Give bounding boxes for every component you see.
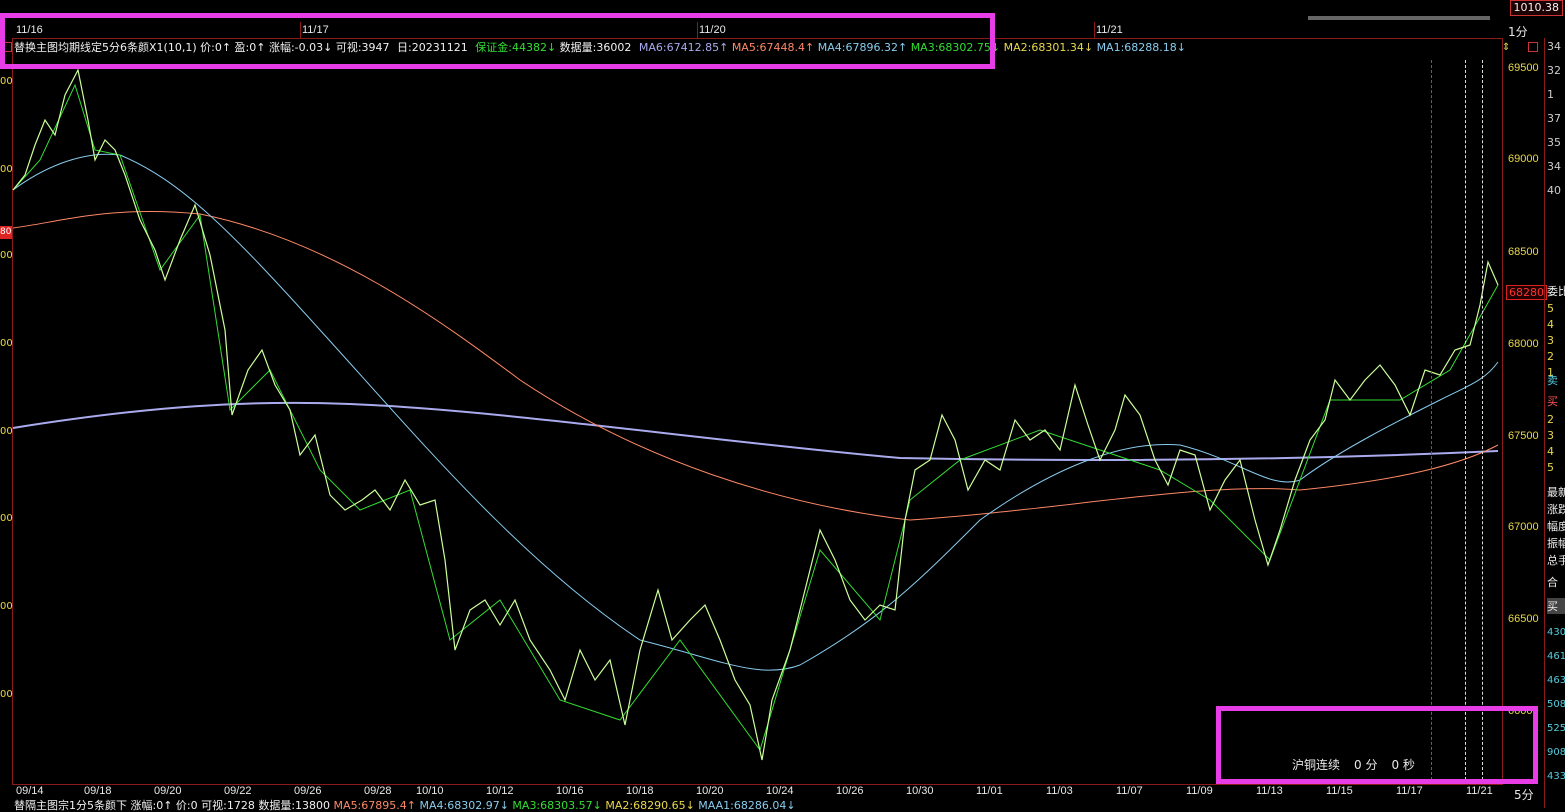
quote-panel-value: 3 xyxy=(1547,429,1554,442)
quote-panel-value: 433 xyxy=(1547,771,1565,782)
quote-panel-value: 2 xyxy=(1547,413,1554,426)
quote-panel-value: 908 xyxy=(1547,747,1565,758)
sub-indicator-title: 替隔主图宗1分5条颜下 xyxy=(14,799,127,812)
x-axis-label: 10/18 xyxy=(626,785,654,797)
ma6-line xyxy=(12,401,1499,461)
x-axis-label: 09/26 xyxy=(294,785,322,797)
x-axis-label: 11/17 xyxy=(1396,785,1423,797)
quote-panel-value: 5 xyxy=(1547,302,1554,315)
x-axis-label: 11/09 xyxy=(1186,785,1213,797)
left-axis-label: 00 xyxy=(0,250,13,261)
sub-info-ma3: MA3:68303.57↓ xyxy=(512,799,602,812)
x-axis-label: 09/14 xyxy=(16,785,44,797)
left-axis-label: 00 xyxy=(0,426,13,437)
quote-panel-tab[interactable]: 合 xyxy=(1547,574,1565,590)
highlight-box-session xyxy=(1216,706,1538,784)
quote-panel-value: 4 xyxy=(1547,318,1554,331)
timeframe-label-bottom[interactable]: 5分 xyxy=(1514,786,1534,803)
y-axis-label: 67500 xyxy=(1508,430,1539,442)
quote-panel-tab[interactable]: 买 xyxy=(1547,598,1565,614)
ma3-line xyxy=(12,83,1499,752)
x-axis-label: 11/07 xyxy=(1116,785,1143,797)
x-axis-label: 10/24 xyxy=(766,785,794,797)
x-axis-label: 11/13 xyxy=(1256,785,1283,797)
y-axis-label: 68500 xyxy=(1508,246,1539,258)
quote-panel-value: 32 xyxy=(1547,64,1561,77)
x-axis-label: 09/20 xyxy=(154,785,182,797)
sub-info-ma4: MA4:68302.97↓ xyxy=(419,799,509,812)
left-axis-label: 00 xyxy=(0,689,13,700)
x-axis-label: 09/28 xyxy=(364,785,392,797)
quote-panel-label: 振幅 xyxy=(1547,537,1565,550)
x-axis-label: 09/18 xyxy=(84,785,112,797)
quote-panel-value: 5 xyxy=(1547,461,1554,474)
x-axis-label: 11/01 xyxy=(976,785,1003,797)
quote-panel-value: 430 xyxy=(1547,627,1565,638)
y-axis-label: 69000 xyxy=(1508,153,1539,165)
x-axis-label: 10/20 xyxy=(696,785,724,797)
sub-info-ma1: MAA1:68286.04↓ xyxy=(698,799,796,812)
current-price-tag: 68280 xyxy=(1506,285,1547,300)
quote-panel-value: 508 xyxy=(1547,699,1565,710)
quote-panel-label: 涨跌 xyxy=(1547,503,1565,516)
quote-panel-value: 4 xyxy=(1547,445,1554,458)
session-divider-line xyxy=(1431,60,1432,780)
quote-panel-label: 委比 xyxy=(1547,285,1565,298)
x-axis-label: 10/16 xyxy=(556,785,584,797)
quote-panel-value: 461 xyxy=(1547,651,1565,662)
x-axis-label: 11/03 xyxy=(1046,785,1073,797)
x-axis-label: 09/22 xyxy=(224,785,252,797)
left-axis-label: 00 xyxy=(0,164,13,175)
session-divider-line xyxy=(1482,60,1483,780)
quote-panel-label: 幅度 xyxy=(1547,520,1565,533)
quote-panel-label: 卖 xyxy=(1547,374,1558,387)
y-axis-label: 68000 xyxy=(1508,338,1539,350)
quote-panel-label: 买 xyxy=(1547,395,1558,408)
session-divider-line xyxy=(1465,60,1466,780)
sub-info-visible: 可视:1728 xyxy=(201,799,255,812)
sub-indicator-info-bar: 替隔主图宗1分5条颜下 涨幅:0↑ 价:0 可视:1728 数据量:13800 … xyxy=(14,800,796,812)
quote-panel-value: 2 xyxy=(1547,350,1554,363)
x-axis-label: 10/10 xyxy=(416,785,444,797)
sub-info-data-count: 数据量:13800 xyxy=(258,799,331,812)
quote-panel-value: 35 xyxy=(1547,136,1561,149)
x-axis-label: 10/12 xyxy=(486,785,514,797)
ma4-line xyxy=(12,153,1499,671)
left-axis-label: 00 xyxy=(0,513,13,524)
sub-info-ma2: MA2:68290.65↓ xyxy=(605,799,695,812)
left-axis-label: 00 xyxy=(0,601,13,612)
left-axis-label: 00 xyxy=(0,76,13,87)
y-axis-label: 67000 xyxy=(1508,521,1539,533)
quote-panel-value: 3 xyxy=(1547,334,1554,347)
sub-info-price: 价:0 xyxy=(175,799,198,812)
x-axis-label: 11/15 xyxy=(1326,785,1353,797)
price-line xyxy=(12,68,1499,761)
ma5-line xyxy=(12,210,1499,521)
x-axis-label: 11/21 xyxy=(1466,785,1493,797)
sub-info-ma5: MA5:67895.4↑ xyxy=(333,799,416,812)
highlight-box-info xyxy=(0,13,995,69)
quote-panel-value: 525 xyxy=(1547,723,1565,734)
y-axis-label: 69500 xyxy=(1508,62,1539,74)
x-axis-label: 10/30 xyxy=(906,785,934,797)
x-axis-label: 10/26 xyxy=(836,785,864,797)
quote-panel-label: 最新 xyxy=(1547,486,1565,499)
left-price-tag: 80 xyxy=(0,226,12,239)
quote-panel-value: 1 xyxy=(1547,88,1554,101)
quote-panel-value: 34 xyxy=(1547,40,1561,53)
quote-panel-value: 34 xyxy=(1547,160,1561,173)
sub-info-change: 涨幅:0↑ xyxy=(130,799,173,812)
y-axis-label: 66500 xyxy=(1508,613,1539,625)
quote-panel-label: 总手 xyxy=(1547,554,1565,567)
quote-panel-value: 463 xyxy=(1547,675,1565,686)
quote-panel-value: 37 xyxy=(1547,112,1561,125)
price-chart[interactable] xyxy=(0,0,1565,812)
left-axis-label: 00 xyxy=(0,338,13,349)
quote-panel-value: 40 xyxy=(1547,184,1561,197)
